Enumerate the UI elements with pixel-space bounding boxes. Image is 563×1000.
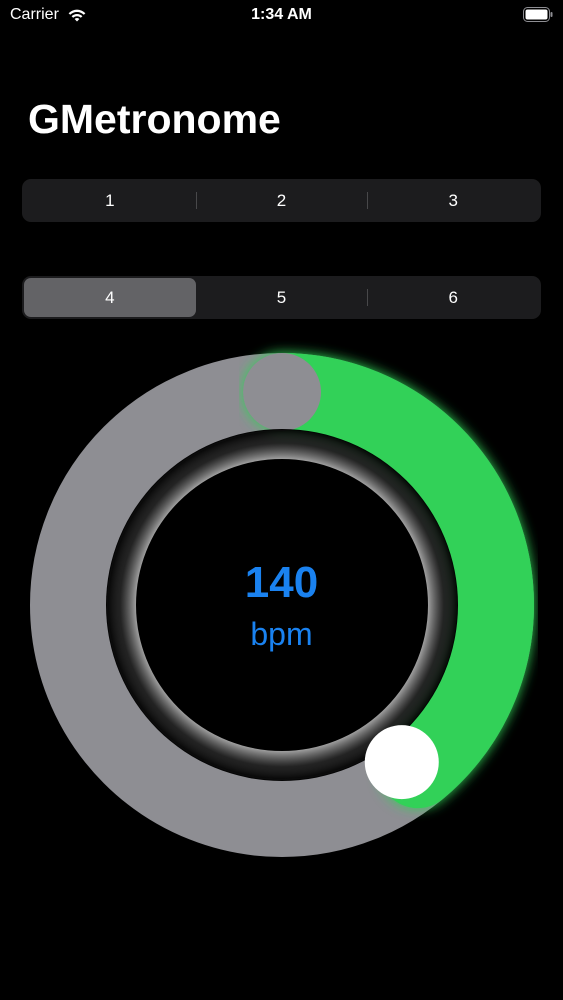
bpm-unit: bpm: [250, 616, 313, 652]
segment-label: 6: [448, 287, 458, 307]
segment-label: 1: [105, 190, 115, 210]
battery-icon: [523, 7, 553, 22]
segment-label: 4: [105, 287, 115, 307]
status-bar: Carrier 1:34 AM: [0, 0, 563, 30]
tempo-dial-graphic: [30, 353, 534, 857]
segment-label: 2: [276, 190, 287, 210]
dial-knob[interactable]: [364, 725, 439, 800]
beats-segmented-control-top: 1 2 3: [22, 179, 541, 222]
segment-label: 3: [448, 190, 458, 210]
app-title: GMetronome: [28, 96, 281, 142]
clock: 1:34 AM: [251, 6, 312, 23]
segment-3[interactable]: 3: [367, 181, 539, 220]
beats-segmented-control-bottom: 4 5 6: [22, 276, 541, 319]
segment-2[interactable]: 2: [195, 181, 368, 220]
segment-5[interactable]: 5: [196, 278, 368, 317]
tempo-dial[interactable]: 140 bpm: [0, 340, 563, 880]
segment-label: 5: [276, 287, 287, 307]
bpm-value: 140: [244, 558, 319, 607]
segment-1[interactable]: 1: [24, 181, 196, 220]
segment-6[interactable]: 6: [367, 278, 539, 317]
dial-track-cap: [243, 353, 321, 431]
segment-4[interactable]: 4: [24, 278, 196, 317]
